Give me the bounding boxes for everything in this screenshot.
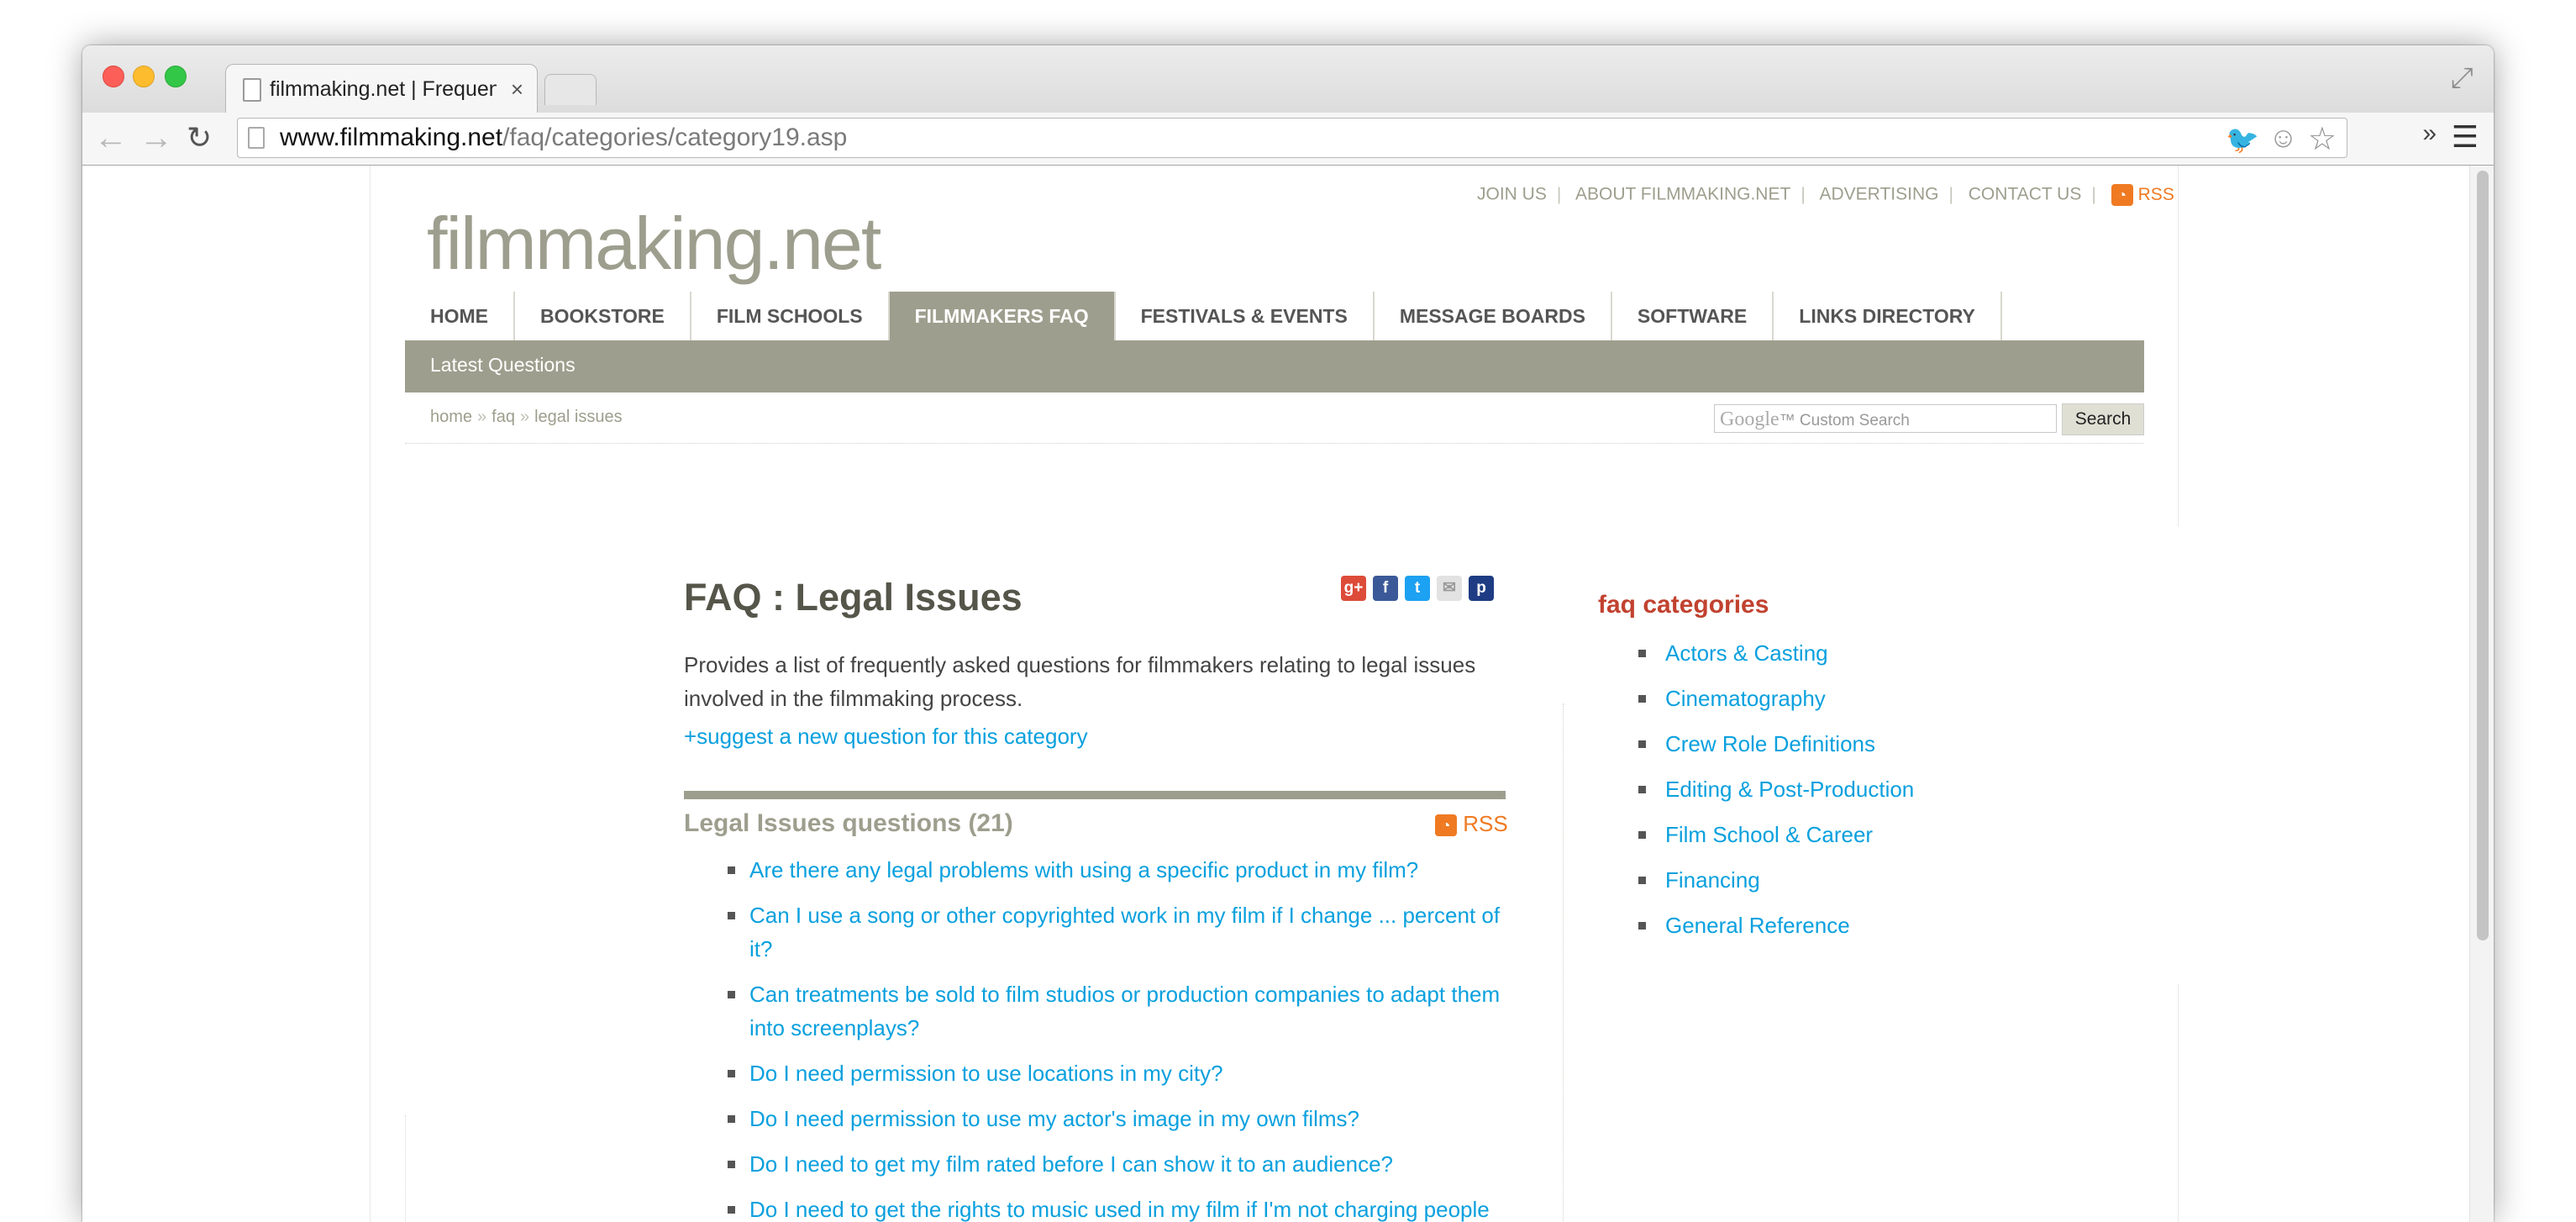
- fullscreen-icon[interactable]: ⤢: [2451, 62, 2473, 95]
- reddit-icon[interactable]: ☺: [2268, 122, 2298, 155]
- google-brand-text: Google: [1720, 408, 1780, 430]
- back-arrow-icon[interactable]: ←: [94, 119, 128, 156]
- column-divider: [1563, 703, 1564, 1222]
- site-logo[interactable]: filmmaking.net: [427, 201, 881, 287]
- tab-title: filmmaking.net | Frequently Asked Questi…: [270, 77, 497, 101]
- category-link[interactable]: Actors & Casting: [1598, 636, 1914, 670]
- questions-bar: [684, 791, 1506, 799]
- about-link[interactable]: ABOUT FILMMAKING.NET: [1575, 185, 1790, 204]
- advertising-link[interactable]: ADVERTISING: [1819, 185, 1938, 204]
- reload-icon[interactable]: ↻: [187, 119, 212, 156]
- page-frame-border: [2178, 984, 2179, 1222]
- search-placeholder: Google™ Custom Search: [1720, 408, 1910, 431]
- category-link[interactable]: Cinematography: [1598, 682, 1914, 715]
- browser-tab-active[interactable]: filmmaking.net | Frequently Asked Questi…: [225, 64, 538, 113]
- minimize-window-button[interactable]: [133, 66, 155, 87]
- tab-close-icon[interactable]: ×: [511, 75, 523, 103]
- google-plus-icon[interactable]: g+: [1341, 576, 1366, 601]
- page-viewport: JOIN US | ABOUT FILMMAKING.NET | ADVERTISI…: [82, 166, 2494, 1222]
- page-frame-border: [2178, 166, 2179, 527]
- question-link[interactable]: Do I need permission to use locations in…: [684, 1056, 1507, 1090]
- share-icons: g+ f t ✉ p: [1341, 576, 1494, 601]
- maximize-window-button[interactable]: [165, 66, 187, 87]
- menu-icon[interactable]: ☰: [2452, 119, 2479, 155]
- url-path: /faq/categories/category19.asp: [502, 124, 848, 151]
- categories-heading: faq categories: [1598, 591, 1769, 619]
- question-link[interactable]: Do I need to get the rights to music use…: [684, 1193, 1507, 1222]
- browser-window: filmmaking.net | Frequently Asked Questi…: [82, 45, 2494, 1222]
- category-link[interactable]: Crew Role Definitions: [1598, 727, 1914, 761]
- new-tab-button[interactable]: [544, 74, 597, 105]
- chevrons-icon[interactable]: »: [2422, 119, 2437, 148]
- search-input[interactable]: Google™ Custom Search: [1714, 404, 2057, 433]
- column-divider: [405, 1115, 406, 1222]
- page-title: FAQ : Legal Issues: [684, 576, 1023, 619]
- nav-links-directory[interactable]: LINKS DIRECTORY: [1774, 292, 2002, 340]
- nav-message-boards[interactable]: MESSAGE BOARDS: [1374, 292, 1612, 340]
- twitter-icon[interactable]: 🐦: [2226, 124, 2259, 155]
- email-icon[interactable]: ✉: [1437, 576, 1462, 601]
- breadcrumb-current: legal issues: [534, 408, 623, 426]
- star-icon[interactable]: ☆: [2308, 120, 2337, 158]
- category-link[interactable]: Editing & Post-Production: [1598, 772, 1914, 806]
- questions-heading: Legal Issues questions (21): [684, 809, 1013, 837]
- join-us-link[interactable]: JOIN US: [1477, 185, 1547, 204]
- categories-list: Actors & Casting Cinematography Crew Rol…: [1598, 636, 1914, 954]
- scrollbar[interactable]: [2469, 166, 2494, 1222]
- category-link[interactable]: Film School & Career: [1598, 818, 1914, 851]
- category-link[interactable]: General Reference: [1598, 909, 1914, 942]
- breadcrumb-home[interactable]: home: [430, 408, 472, 426]
- address-bar[interactable]: www.filmmaking.net/faq/categories/catego…: [237, 118, 2347, 158]
- question-link[interactable]: Can I use a song or other copyrighted wo…: [684, 898, 1507, 966]
- page-icon: [243, 78, 261, 102]
- rss-label[interactable]: RSS: [1463, 811, 1507, 836]
- main-nav: HOME BOOKSTORE FILM SCHOOLS FILMMAKERS F…: [405, 292, 2002, 340]
- pinterest-icon[interactable]: p: [1469, 576, 1494, 601]
- questions-rss[interactable]: ◔ RSS: [1435, 811, 1508, 837]
- question-link[interactable]: Do I need permission to use my actor's i…: [684, 1102, 1507, 1135]
- rss-icon[interactable]: ◔: [1435, 814, 1457, 837]
- nav-film-schools[interactable]: FILM SCHOOLS: [691, 292, 890, 340]
- nav-filmmakers-faq[interactable]: FILMMAKERS FAQ: [889, 292, 1116, 340]
- search-button[interactable]: Search: [2062, 403, 2144, 435]
- contact-us-link[interactable]: CONTACT US: [1969, 185, 2082, 204]
- nav-festivals-events[interactable]: FESTIVALS & EVENTS: [1115, 292, 1375, 340]
- breadcrumb-faq[interactable]: faq: [492, 408, 515, 426]
- category-link[interactable]: Financing: [1598, 863, 1914, 897]
- question-link[interactable]: Do I need to get my film rated before I …: [684, 1147, 1507, 1181]
- browser-toolbar: ← → ↻ www.filmmaking.net/faq/categories/…: [82, 113, 2494, 166]
- intro-text: Provides a list of frequently asked ques…: [684, 652, 1476, 711]
- url-text: www.filmmaking.net/faq/categories/catego…: [280, 124, 847, 152]
- nav-software[interactable]: SOFTWARE: [1611, 292, 1774, 340]
- scrollbar-thumb[interactable]: [2477, 171, 2489, 940]
- nav-home[interactable]: HOME: [405, 292, 515, 340]
- latest-questions-link[interactable]: Latest Questions: [430, 354, 576, 377]
- twitter-icon[interactable]: t: [1405, 576, 1430, 601]
- top-links: JOIN US | ABOUT FILMMAKING.NET | ADVERTISI…: [1477, 184, 2174, 206]
- rss-icon[interactable]: ◔: [2111, 184, 2133, 206]
- suggest-question-link[interactable]: +suggest a new question for this categor…: [684, 724, 1088, 750]
- close-window-button[interactable]: [103, 66, 124, 87]
- facebook-icon[interactable]: f: [1373, 576, 1398, 601]
- questions-list: Are there any legal problems with using …: [684, 853, 1507, 1222]
- sub-nav-bar: Latest Questions: [405, 340, 2144, 392]
- url-host: www.filmmaking.net: [280, 124, 503, 151]
- custom-search-text: ™ Custom Search: [1779, 412, 1910, 429]
- page-icon: [248, 127, 265, 149]
- question-link[interactable]: Are there any legal problems with using …: [684, 853, 1507, 887]
- question-link[interactable]: Can treatments be sold to film studios o…: [684, 977, 1507, 1045]
- forward-arrow-icon[interactable]: →: [139, 119, 173, 156]
- nav-bookstore[interactable]: BOOKSTORE: [515, 292, 691, 340]
- breadcrumb-separator: »: [519, 408, 530, 426]
- breadcrumb-separator: »: [477, 408, 487, 426]
- rss-link[interactable]: RSS: [2138, 185, 2174, 204]
- divider: [405, 443, 2144, 444]
- title-bar: filmmaking.net | Frequently Asked Questi…: [82, 45, 2494, 113]
- breadcrumb: home» faq» legal issues: [430, 408, 623, 427]
